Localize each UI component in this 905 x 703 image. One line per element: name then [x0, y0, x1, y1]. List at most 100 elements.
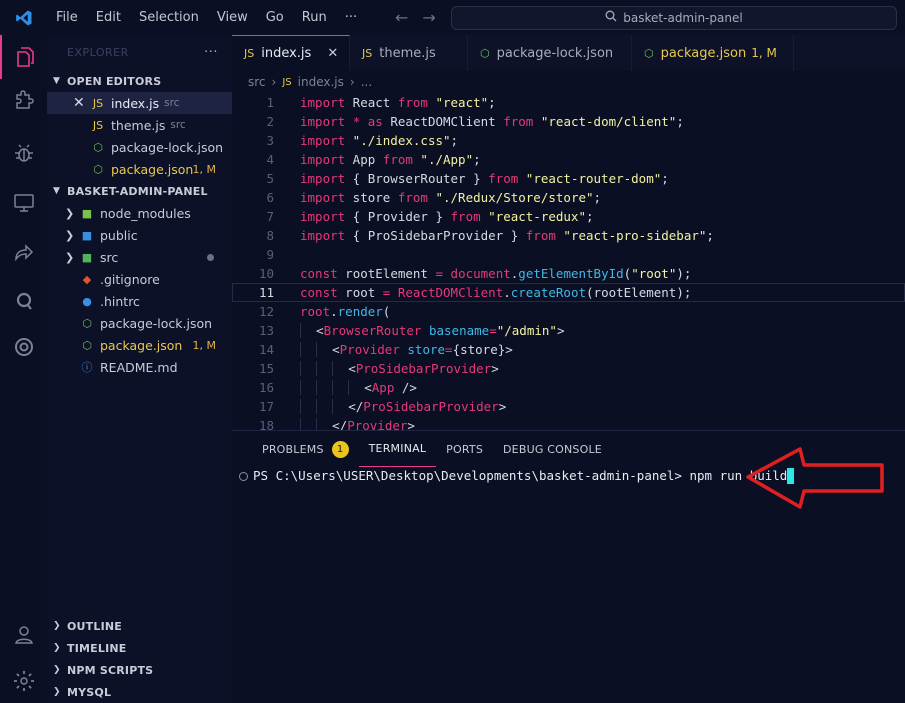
code-line: 17 </ProSidebarProvider> [258, 399, 507, 414]
menu-bar: File Edit Selection View Go Run ··· [47, 0, 366, 35]
code-line: 6 import store from "./Redux/Store/store"… [266, 190, 602, 205]
red-arrow-annotation-icon [746, 447, 884, 509]
code-editor[interactable]: 1 import React from "react"; 2 import * as… [232, 93, 905, 435]
chevron-down-icon: ▼ [53, 76, 61, 86]
tree-item-src[interactable]: ❯ ■ src [47, 246, 232, 268]
tree-item-readme[interactable]: ⓘ README.md [47, 356, 232, 378]
tab-problems[interactable]: PROBLEMS 1 [252, 431, 359, 467]
tree-item-package-json[interactable]: ⬡ package.json 1, M [47, 334, 232, 356]
gitlens-icon[interactable] [0, 279, 47, 323]
menu-view[interactable]: View [208, 0, 257, 35]
explorer-more-button[interactable]: ··· [204, 45, 218, 60]
project-header[interactable]: ▼ BASKET-ADMIN-PANEL [47, 180, 232, 202]
tree-item-public[interactable]: ❯ ■ public [47, 224, 232, 246]
tree-item-hintrc[interactable]: ● .hintrc [47, 290, 232, 312]
tab-index-js[interactable]: JS index.js ✕ [232, 35, 350, 71]
settings-gear-icon[interactable] [0, 659, 47, 703]
folder-src-icon: ■ [81, 250, 93, 264]
tree-item-gitignore[interactable]: ◆ .gitignore [47, 268, 232, 290]
remote-monitor-icon[interactable] [0, 181, 47, 225]
menu-more[interactable]: ··· [336, 0, 366, 35]
chevron-right-icon: ❯ [65, 228, 75, 242]
code-line: 1 import React from "react"; [266, 95, 496, 110]
extensions-puzzle-icon[interactable] [0, 79, 47, 123]
bottom-panel: PROBLEMS 1 TERMINAL PORTS DEBUG CONSOLE … [232, 430, 905, 703]
search-icon [605, 10, 617, 26]
close-icon[interactable]: ✕ [73, 95, 87, 111]
menu-run[interactable]: Run [293, 0, 336, 35]
folder-public-icon: ■ [81, 228, 93, 242]
back-arrow-icon[interactable]: ← [395, 8, 408, 27]
code-line: 14 <Provider store={store}> [258, 342, 513, 357]
hint-whale-icon: ● [82, 294, 92, 308]
code-line: 3 import "./index.css"; [266, 133, 459, 148]
code-line: 4 import App from "./App"; [266, 152, 481, 167]
chevron-down-icon: ▼ [53, 186, 61, 196]
close-tab-icon[interactable]: ✕ [327, 46, 338, 61]
open-editors-header[interactable]: ▼ OPEN EDITORS [47, 70, 232, 92]
command-search-box[interactable]: basket-admin-panel [451, 6, 897, 30]
terminal-prompt: PS C:\Users\USER\Desktop\Developments\ba… [253, 468, 682, 483]
code-line: 7 import { Provider } from "react-redux"; [266, 209, 594, 224]
js-file-icon: JS [282, 76, 292, 88]
outline-section[interactable]: ❯ OUTLINE [47, 615, 232, 637]
code-line: 9 [266, 247, 274, 262]
menu-selection[interactable]: Selection [130, 0, 208, 35]
problems-count-badge: 1 [331, 440, 349, 458]
chevron-right-icon: ❯ [53, 665, 61, 675]
activity-bar [0, 35, 47, 703]
live-share-icon[interactable] [0, 231, 47, 275]
search-text: basket-admin-panel [623, 11, 743, 25]
chevron-right-icon: ❯ [53, 687, 61, 697]
menu-go[interactable]: Go [257, 0, 293, 35]
open-editor-package-lock[interactable]: ⬡ package-lock.json [47, 136, 232, 158]
timeline-target-icon[interactable] [0, 325, 47, 369]
code-line: 2 import * as ReactDOMClient from "react-… [266, 114, 684, 129]
debug-bug-icon[interactable] [0, 131, 47, 175]
open-editor-theme-js[interactable]: JS theme.js src [47, 114, 232, 136]
open-editor-package-json[interactable]: ⬡ package.json 1, M [47, 158, 232, 180]
code-line: 10 const rootElement = document.getElemen… [258, 266, 692, 281]
forward-arrow-icon[interactable]: → [422, 8, 435, 27]
tab-ports[interactable]: PORTS [436, 431, 493, 467]
tree-item-package-lock[interactable]: ⬡ package-lock.json [47, 312, 232, 334]
breadcrumb-file[interactable]: index.js [298, 75, 344, 89]
tab-debug-console[interactable]: DEBUG CONSOLE [493, 431, 612, 467]
nav-arrows: ← → [395, 0, 436, 35]
menu-file[interactable]: File [47, 0, 87, 35]
chevron-right-icon: ❯ [65, 250, 75, 264]
menu-edit[interactable]: Edit [87, 0, 130, 35]
git-icon: ◆ [82, 272, 92, 286]
explorer-title: EXPLORER ··· [67, 45, 218, 60]
open-editor-index-js[interactable]: ✕ JS index.js src [47, 92, 232, 114]
npm-hexagon-icon: ⬡ [93, 140, 103, 154]
code-line: 13 <BrowserRouter basename="/admin"> [258, 323, 565, 338]
vscode-logo-icon [0, 0, 47, 35]
explorer-icon[interactable] [0, 35, 47, 79]
command-decoration-icon [239, 471, 248, 481]
explorer-sidebar: EXPLORER ··· ▼ OPEN EDITORS ✕ JS index.j… [47, 35, 232, 703]
code-line: 5 import { BrowserRouter } from "react-ro… [266, 171, 669, 186]
npm-scripts-section[interactable]: ❯ NPM SCRIPTS [47, 659, 232, 681]
tab-package-lock[interactable]: ⬡ package-lock.json [468, 35, 632, 71]
editor-tabs: JS index.js ✕ JS theme.js ⬡ package-lock… [232, 35, 905, 71]
editor-area: JS index.js ✕ JS theme.js ⬡ package-lock… [232, 35, 905, 433]
npm-hexagon-icon: ⬡ [82, 316, 92, 330]
mysql-section[interactable]: ❯ MYSQL [47, 681, 232, 703]
code-line: 8 import { ProSidebarProvider } from "rea… [266, 228, 714, 243]
timeline-section[interactable]: ❯ TIMELINE [47, 637, 232, 659]
chevron-right-icon: ❯ [65, 206, 75, 220]
js-file-icon: JS [92, 118, 104, 132]
chevron-right-icon: ❯ [53, 621, 61, 631]
tab-package-json[interactable]: ⬡ package.json 1, M [632, 35, 794, 71]
breadcrumb-separator: › [271, 75, 277, 89]
code-line: 16 <App /> [258, 380, 417, 395]
tab-terminal[interactable]: TERMINAL [358, 431, 437, 467]
breadcrumb-src[interactable]: src [248, 75, 266, 89]
tab-theme-js[interactable]: JS theme.js [350, 35, 468, 71]
tree-item-node-modules[interactable]: ❯ ■ node_modules [47, 202, 232, 224]
breadcrumb-symbol[interactable]: ... [361, 75, 372, 89]
code-line-current: 11 const root = ReactDOMClient.createRoot… [232, 283, 905, 302]
npm-hexagon-icon: ⬡ [480, 46, 490, 60]
account-icon[interactable] [0, 613, 47, 657]
